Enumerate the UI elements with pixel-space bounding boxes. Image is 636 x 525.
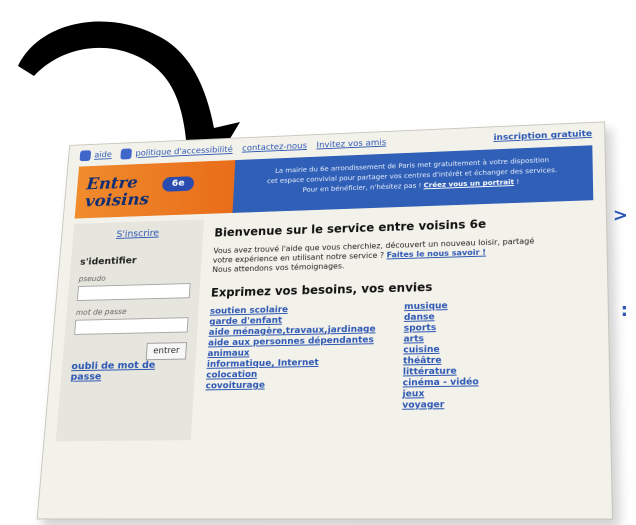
brand-block: Entre voisins 6e xyxy=(74,160,236,219)
edge-mark-2: : xyxy=(620,300,628,321)
needs-left-list: soutien scolaire garde d'enfant aide mén… xyxy=(204,303,376,414)
need-link[interactable]: covoiturage xyxy=(205,379,374,392)
invite-friends-link[interactable]: Invitez vos amis xyxy=(316,138,386,150)
edge-mark-1: > xyxy=(612,205,628,226)
signup-link[interactable]: S'inscrire xyxy=(82,227,194,241)
help-link[interactable]: aide xyxy=(79,149,112,162)
intro-text: Vous avez trouvé l'aide que vous cherchi… xyxy=(212,236,535,274)
logo-badge: 6e xyxy=(161,176,195,192)
identify-title: s'identifier xyxy=(79,255,137,268)
pseudo-input[interactable] xyxy=(76,283,191,302)
logo-voisins: voisins xyxy=(84,189,150,211)
pseudo-label: pseudo xyxy=(78,274,107,284)
tilted-website-screenshot: aide politique d'accessibilité contactez… xyxy=(36,120,614,520)
create-portrait-link[interactable]: Créez vous un portrait xyxy=(424,177,514,189)
password-input[interactable] xyxy=(74,317,189,335)
interest-link[interactable]: cinéma - vidéo xyxy=(403,377,479,389)
forgot-password-link[interactable]: oubli de mot de passe xyxy=(70,360,156,383)
section-title: Exprimez vos besoins, vos envies xyxy=(210,280,433,300)
needs-lists: soutien scolaire garde d'enfant aide mén… xyxy=(204,298,584,414)
enter-button[interactable]: entrer xyxy=(145,342,188,361)
accessibility-icon xyxy=(120,148,133,160)
interest-link[interactable]: voyager xyxy=(402,400,479,412)
page-title: Bienvenue sur le service entre voisins 6… xyxy=(214,217,487,240)
password-label: mot de passe xyxy=(75,307,127,317)
website-page: aide politique d'accessibilité contactez… xyxy=(36,121,614,520)
free-signup-link[interactable]: inscription gratuite xyxy=(493,129,592,142)
needs-right-list: musique danse sports arts cuisine théâtr… xyxy=(402,301,479,412)
content-area: S'inscrire s'identifier pseudo mot de pa… xyxy=(55,206,598,442)
contact-link[interactable]: contactez-nous xyxy=(242,142,307,154)
info-icon xyxy=(79,150,92,162)
accessibility-policy-link[interactable]: politique d'accessibilité xyxy=(120,144,234,160)
sidebar-login: S'inscrire s'identifier pseudo mot de pa… xyxy=(55,219,204,442)
feedback-link[interactable]: Faites le nous savoir ! xyxy=(387,248,487,260)
main-content: Bienvenue sur le service entre voisins 6… xyxy=(191,206,598,440)
